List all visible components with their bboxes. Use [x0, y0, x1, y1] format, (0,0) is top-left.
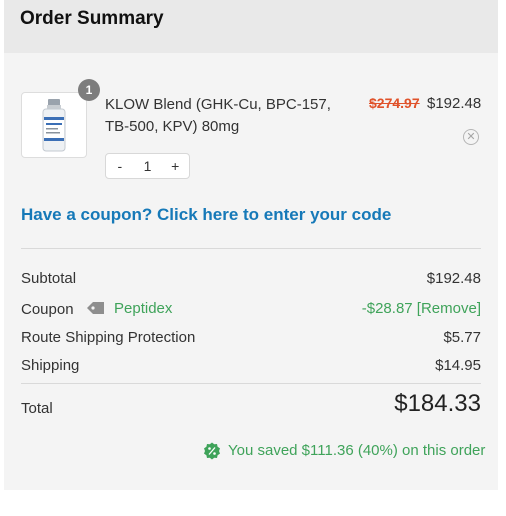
- product-name: KLOW Blend (GHK-Cu, BPC-157, TB-500, KPV…: [105, 96, 331, 135]
- quantity-badge: 1: [78, 79, 100, 101]
- total-value: $184.33: [394, 390, 481, 417]
- subtotal-label: Subtotal: [21, 270, 77, 287]
- decrease-button[interactable]: -: [106, 154, 134, 178]
- divider: [21, 248, 481, 249]
- coupon-remove-link[interactable]: [Remove]: [417, 300, 481, 317]
- divider: [21, 383, 481, 384]
- coupon-discount-row: -$28.87 [Remove]: [362, 300, 481, 317]
- increase-button[interactable]: +: [161, 154, 189, 178]
- coupon-code: Peptidex: [114, 300, 173, 317]
- coupon-link[interactable]: Have a coupon? Click here to enter your …: [21, 205, 391, 225]
- vial-image: [42, 99, 66, 152]
- page-title: Order Summary: [20, 8, 164, 29]
- savings-message: You saved $111.36 (40%) on this order: [228, 442, 486, 459]
- coupon-discount: -$28.87: [361, 300, 413, 317]
- quantity-input[interactable]: 1: [134, 154, 162, 178]
- original-price: $274.97: [369, 95, 420, 111]
- sale-price: $192.48: [427, 95, 482, 112]
- total-label: Total: [21, 400, 53, 417]
- remove-item-button[interactable]: ✕: [463, 129, 479, 145]
- route-label: Route Shipping Protection: [21, 329, 196, 346]
- route-value: $5.77: [443, 329, 481, 346]
- order-summary-header: Order Summary: [4, 0, 498, 53]
- product-thumbnail: [21, 92, 87, 158]
- shipping-value: $14.95: [435, 357, 481, 374]
- percent-badge-icon: [204, 442, 220, 460]
- shipping-label: Shipping: [21, 357, 80, 374]
- quantity-stepper[interactable]: - 1 +: [105, 153, 190, 179]
- close-circle-icon: ✕: [466, 131, 476, 143]
- tag-icon: [87, 302, 104, 314]
- coupon-label: Coupon: [21, 301, 74, 318]
- subtotal-value: $192.48: [426, 270, 481, 287]
